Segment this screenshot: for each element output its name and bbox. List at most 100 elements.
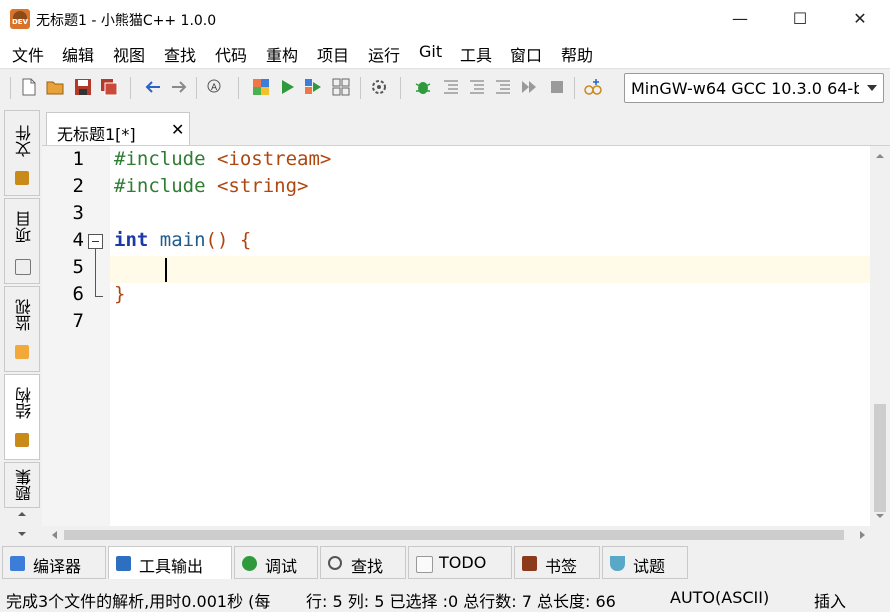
- code-token: <string>: [216, 175, 309, 197]
- vertical-scrollbar[interactable]: [870, 146, 890, 526]
- options-gear-icon[interactable]: [370, 78, 388, 96]
- title-bar: DEV 无标题1 - 小熊猫C++ 1.0.0 — ☐ ✕: [0, 0, 890, 38]
- compile-run-icon[interactable]: [304, 78, 322, 96]
- fold-toggle-icon[interactable]: [88, 234, 103, 249]
- file-tab-label: 无标题1[*]: [57, 125, 136, 144]
- structure-icon: [15, 433, 29, 447]
- menu-window[interactable]: 窗口: [510, 42, 542, 66]
- back-arrow-icon[interactable]: [144, 78, 162, 96]
- editor-tab-bar: 无标题1[*] ✕: [42, 106, 890, 148]
- tab-debug[interactable]: 调试: [234, 546, 318, 579]
- code-token: #include: [114, 148, 217, 170]
- menu-code[interactable]: 代码: [215, 42, 247, 66]
- forward-arrow-icon[interactable]: [170, 78, 188, 96]
- toolbar-separator: [196, 77, 197, 99]
- tool-output-icon: [116, 556, 131, 571]
- toolbar-separator: [360, 77, 361, 99]
- code-line: #include <string>: [114, 175, 308, 197]
- menu-run[interactable]: 运行: [368, 42, 400, 66]
- step-over-icon[interactable]: [442, 78, 460, 96]
- line-number: 5: [72, 256, 84, 278]
- toolbar-separator: [574, 77, 575, 99]
- toolbar-grip: [10, 77, 11, 99]
- close-tab-icon[interactable]: ✕: [171, 120, 184, 139]
- menu-search[interactable]: 查找: [164, 42, 196, 66]
- line-number: 1: [72, 148, 84, 170]
- step-into-icon[interactable]: [468, 78, 486, 96]
- line-number: 4: [72, 229, 84, 251]
- tab-project[interactable]: 项目: [4, 198, 40, 284]
- left-tabs-scroll[interactable]: [4, 506, 40, 542]
- status-insert-mode: 插入: [814, 592, 847, 611]
- close-button[interactable]: ✕: [830, 0, 890, 38]
- line-number: 7: [72, 310, 84, 332]
- status-cursor: 行: 5 列: 5 已选择 :0 总行数: 7 总长度: 66: [306, 592, 616, 611]
- code-token: {: [239, 229, 252, 251]
- tab-project-label: 项目: [15, 211, 34, 243]
- tab-tool-output-label: 工具输出: [139, 557, 204, 576]
- code-editor[interactable]: 1 #include <iostream> 2 #include <string> 3 4…: [42, 145, 890, 544]
- tab-problem-set-label: 题集: [15, 469, 34, 501]
- editor-file-tab[interactable]: 无标题1[*] ✕: [46, 112, 190, 148]
- menu-tools[interactable]: 工具: [460, 42, 492, 66]
- tab-problems[interactable]: 试题: [602, 546, 688, 579]
- toolbar-separator: [130, 77, 131, 99]
- continue-icon[interactable]: [520, 78, 538, 96]
- window-title: 无标题1 - 小熊猫C++ 1.0.0: [36, 13, 217, 29]
- tab-todo[interactable]: TODO: [408, 546, 512, 579]
- menu-file[interactable]: 文件: [12, 42, 44, 66]
- code-token: }: [114, 283, 126, 305]
- compiler-icon: [10, 556, 25, 571]
- menu-edit[interactable]: 编辑: [62, 42, 94, 66]
- current-line-highlight: [110, 256, 870, 283]
- code-line: #include <iostream>: [114, 148, 331, 170]
- rebuild-icon[interactable]: [332, 78, 350, 96]
- stop-icon[interactable]: [548, 78, 566, 96]
- tab-search[interactable]: 查找: [320, 546, 406, 579]
- save-icon[interactable]: [74, 78, 92, 96]
- toolbar-separator: [238, 77, 239, 99]
- code-token: (): [205, 229, 240, 251]
- step-out-icon[interactable]: [494, 78, 512, 96]
- menu-help[interactable]: 帮助: [561, 42, 593, 66]
- tab-structure-label: 结构: [15, 387, 34, 419]
- minimize-button[interactable]: —: [710, 0, 770, 38]
- menu-refactor[interactable]: 重构: [266, 42, 298, 66]
- line-number: 6: [72, 283, 84, 305]
- toolbar-separator: [400, 77, 401, 99]
- menu-project[interactable]: 项目: [317, 42, 349, 66]
- find-icon[interactable]: A: [206, 78, 224, 96]
- bookmark-icon: [522, 556, 537, 571]
- horizontal-scrollbar[interactable]: [42, 526, 890, 544]
- compiler-select-value: MinGW-w64 GCC 10.3.0 64-bit Release: [631, 79, 859, 98]
- line-number: 3: [72, 202, 84, 224]
- code-token: #include: [114, 175, 217, 197]
- debug-bug-icon[interactable]: [414, 78, 432, 96]
- new-file-icon[interactable]: [20, 78, 38, 96]
- compile-icon[interactable]: [252, 78, 270, 96]
- save-all-icon[interactable]: [100, 78, 118, 96]
- tab-problem-set[interactable]: 题集: [4, 462, 40, 508]
- tab-watch[interactable]: 监视: [4, 286, 40, 372]
- tab-problems-label: 试题: [633, 557, 666, 576]
- open-folder-icon[interactable]: [46, 78, 64, 96]
- tab-structure[interactable]: 结构: [4, 374, 40, 460]
- menu-git[interactable]: Git: [419, 42, 442, 61]
- menu-view[interactable]: 视图: [113, 42, 145, 66]
- tab-tool-output[interactable]: 工具输出: [108, 546, 232, 579]
- add-watch-icon[interactable]: [584, 78, 602, 96]
- run-icon[interactable]: [278, 78, 296, 96]
- watch-icon: [15, 345, 29, 359]
- status-encoding: AUTO(ASCII): [670, 588, 770, 607]
- fold-guide: [95, 249, 96, 296]
- tab-bookmarks[interactable]: 书签: [514, 546, 600, 579]
- line-number: 2: [72, 175, 84, 197]
- maximize-button[interactable]: ☐: [770, 0, 830, 38]
- status-bar: 完成3个文件的解析,用时0.001秒 (每 行: 5 列: 5 已选择 :0 总…: [0, 580, 890, 612]
- toolbar: A MinGW-w64 GCC 10.3.0 64-bit Release: [0, 68, 890, 107]
- tab-compiler[interactable]: 编译器: [2, 546, 106, 579]
- tab-files[interactable]: 文件: [4, 110, 40, 196]
- code-line: }: [114, 283, 125, 305]
- compiler-select[interactable]: MinGW-w64 GCC 10.3.0 64-bit Release: [624, 73, 884, 103]
